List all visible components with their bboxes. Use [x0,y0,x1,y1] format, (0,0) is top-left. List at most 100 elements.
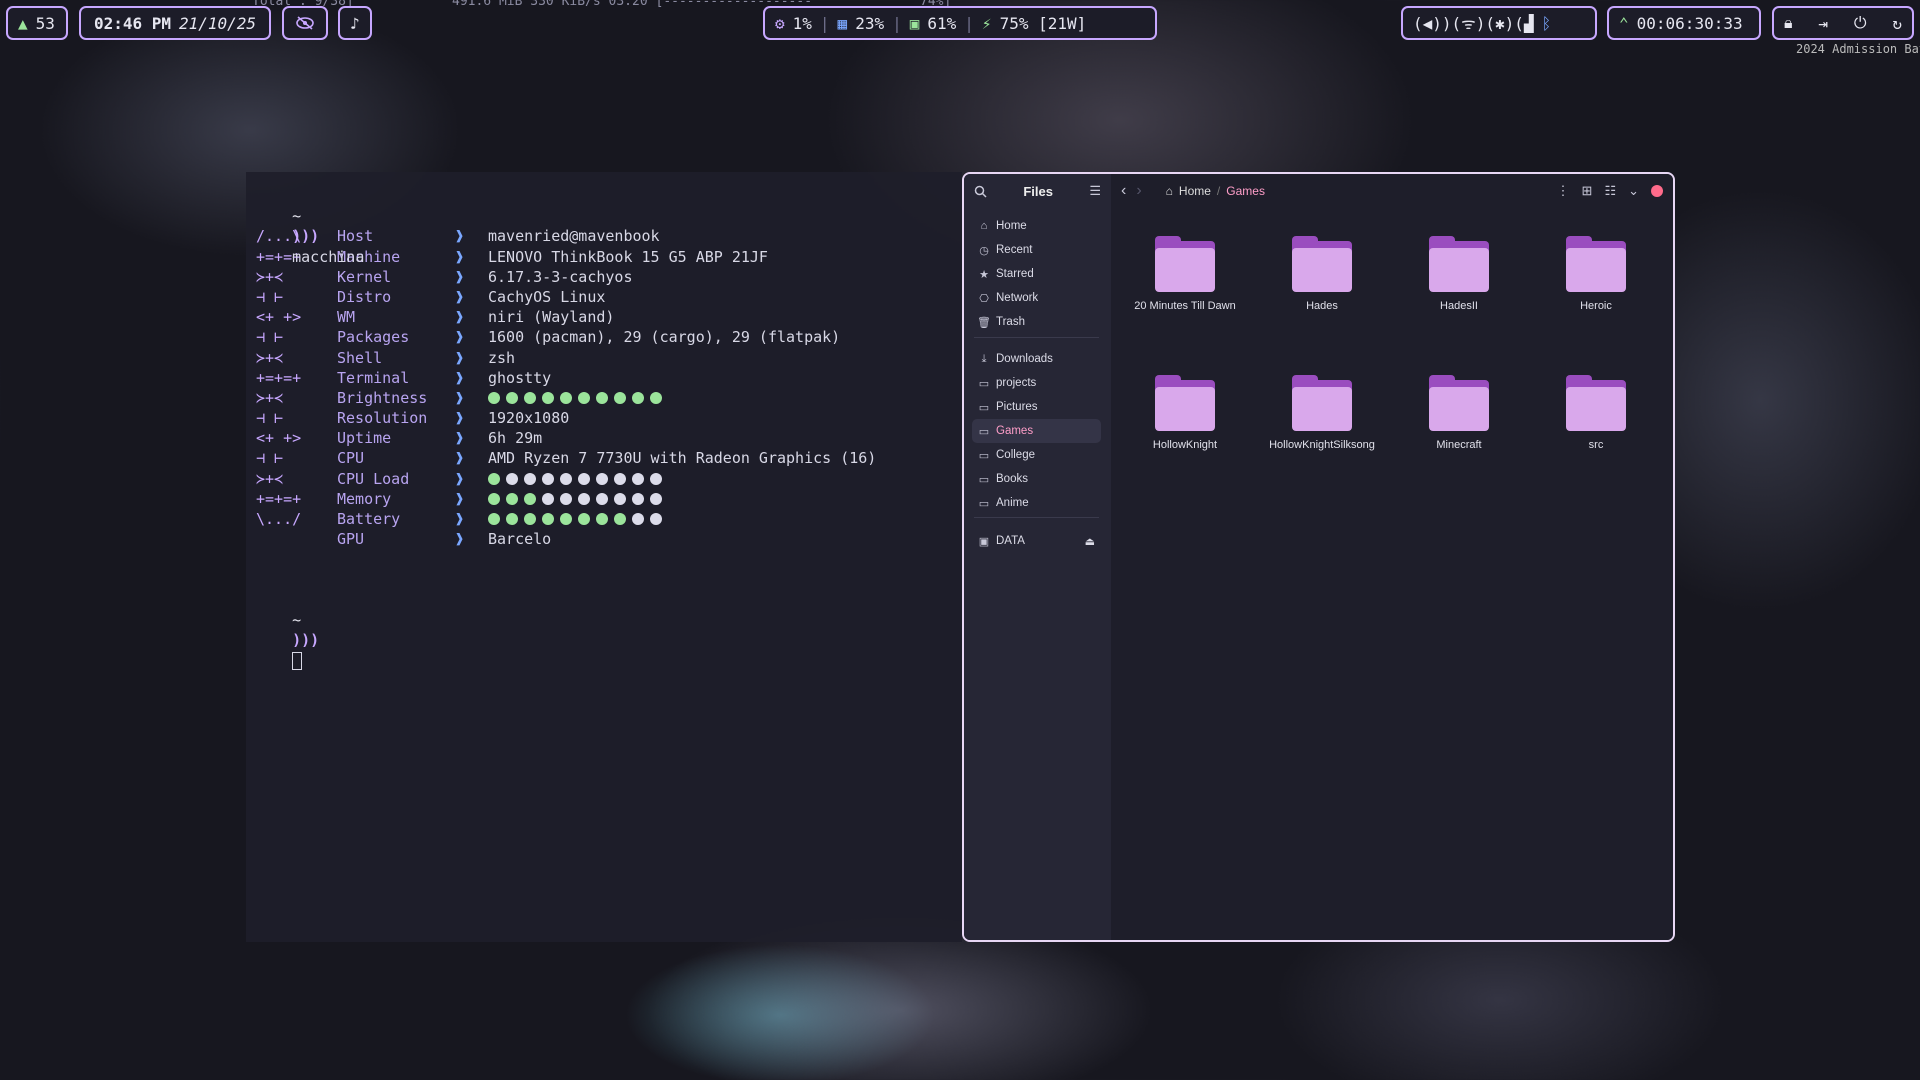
level-dot-filled [506,492,518,505]
breadcrumb-games[interactable]: Games [1226,184,1265,198]
info-separator: ❱ [455,429,465,448]
level-dot-filled [650,391,662,404]
power-icon[interactable]: ⏻ [1854,13,1867,33]
logo-fragment: <+ +> [256,429,302,448]
folder-item[interactable]: Heroic [1541,236,1651,313]
folder-item[interactable]: src [1541,375,1651,452]
new-folder-icon[interactable]: ⊞ [1582,183,1593,199]
system-info-block: /...\ Host ❱ mavenried@mavenbook +=+=+ Machin… [256,226,952,549]
level-dot-filled [578,513,590,525]
files-toolbar: ‹ › ⌂ Home / Games ⋮ ⊞ ☷ ⌄ [1111,174,1673,208]
workspace-indicator[interactable]: ▲ 53 [6,6,68,40]
workspace-count: 53 [35,13,55,33]
prompt-arrows: ))) [292,227,320,246]
info-row: ⊣ ⊢ CPU ❱ AMD Ryzen 7 7730U with Radeon Gra… [256,448,952,468]
idle-inhibitor-button[interactable] [282,6,328,40]
terminal-window[interactable]: ~ ))) macchina /...\ Host ❱ mavenried@maven… [246,172,962,942]
info-row: ≻+≺ Shell ❱ zsh [256,348,952,368]
info-key: WM [337,308,356,327]
sidebar-item-data[interactable]: ▣ DATA ⏏ [972,529,1101,553]
sidebar-item-games[interactable]: ▭ Games [972,419,1101,443]
sidebar-item-downloads[interactable]: ⤓ Downloads [972,347,1101,371]
level-dot-empty [632,472,644,485]
sidebar-item-pictures[interactable]: ▭ Pictures [972,395,1101,419]
level-dot-filled [542,513,554,525]
info-separator: ❱ [455,267,465,286]
more-options-icon[interactable]: ⋮ [1557,183,1570,199]
restart-icon[interactable]: ↻ [1892,14,1902,33]
info-row: ⊣ ⊢ Distro ❱ CachyOS Linux [256,287,952,307]
close-button[interactable] [1651,185,1663,197]
sidebar-item-anime[interactable]: ▭ Anime [972,491,1101,515]
folder-name: 20 Minutes Till Dawn [1134,300,1236,312]
info-separator: ❱ [455,348,465,367]
lock-icon[interactable]: 🔒︎ [1784,13,1793,33]
folder-item[interactable]: HollowKnightSilksong [1267,375,1377,452]
tray-widget[interactable]: (◀))(ᯤ)(✱)(▟ ᛒ [1401,6,1597,40]
info-separator: ❱ [455,287,465,306]
level-dots [488,509,662,529]
home-icon: ⌂ [1165,184,1173,198]
info-value: 1600 (pacman), 29 (cargo), 29 (flatpak) [488,328,841,347]
folder-item[interactable]: Hades [1267,236,1377,313]
level-dot-empty [596,472,608,485]
folder-item[interactable]: HadesII [1404,236,1514,313]
sidebar-item-label: Anime [996,497,1029,509]
terminal-input-line[interactable]: ~ ))) [256,590,952,670]
back-icon[interactable]: ‹ [1121,182,1126,200]
sidebar-item-home[interactable]: ⌂ Home [972,214,1101,238]
info-row: +=+=+ Terminal ❱ ghostty [256,368,952,388]
arrow-up-icon: ▲ [18,13,28,33]
info-separator: ❱ [455,368,465,387]
clock-date: 21/10/25 [179,13,257,33]
disk-usage: 61% [927,13,957,33]
eject-icon[interactable]: ⏏ [1085,535,1095,548]
chevron-down-icon[interactable]: ⌄ [1628,183,1639,199]
clock-widget[interactable]: 02:46 PM 21/10/25 [79,6,271,40]
sidebar-divider [974,337,1099,338]
media-button[interactable]: ♪ [338,6,372,40]
sidebar-item-books[interactable]: ▭ Books [972,467,1101,491]
list-view-icon[interactable]: ☷ [1604,183,1616,199]
star-icon: ★ [979,268,989,281]
forward-icon[interactable]: › [1136,182,1141,200]
level-dot-empty [542,492,554,505]
sidebar-item-starred[interactable]: ★ Starred [972,262,1101,286]
logout-icon[interactable]: ⇥ [1818,14,1828,33]
level-dot-filled [578,391,590,404]
hamburger-menu-icon[interactable]: ☰ [1089,183,1101,199]
info-row: GPU ❱ Barcelo [256,529,952,549]
sidebar-item-college[interactable]: ▭ College [972,443,1101,467]
folder-item[interactable]: HollowKnight [1130,375,1240,452]
sidebar-item-projects[interactable]: ▭ projects [972,371,1101,395]
level-dots [488,388,662,408]
breadcrumb-home[interactable]: Home [1179,184,1211,198]
folder-item[interactable]: 20 Minutes Till Dawn [1130,236,1240,313]
level-dot-filled [596,391,608,404]
info-separator: ❱ [455,388,465,407]
sidebar-item-label: College [996,449,1035,461]
folder-item[interactable]: Minecraft [1404,375,1514,452]
info-row: ≻+≺ Kernel ❱ 6.17.3-3-cachyos [256,267,952,287]
sidebar-item-network[interactable]: ⎔ Network [972,286,1101,310]
sidebar-header: Files ☰ [964,174,1111,208]
info-row: \.../ Battery ❱ [256,509,952,529]
level-dot-empty [560,492,572,505]
system-stats[interactable]: ⚙ 1% | ▦ 23% | ▣ 61% | ⚡ 75% [21W] [763,6,1157,40]
folder-icon: ▭ [978,497,990,510]
uptime-widget[interactable]: ⌃ 00:06:30:33 [1607,6,1761,40]
sidebar-item-recent[interactable]: ◷ Recent [972,238,1101,262]
folder-icon: ▭ [978,377,990,390]
search-icon[interactable] [974,185,987,198]
breadcrumb: ⌂ Home / Games [1165,184,1265,198]
folder-name: Heroic [1580,300,1612,312]
level-dot-filled [542,391,554,404]
sidebar-item-trash[interactable]: 🗑︎ Trash [972,310,1101,334]
level-dot-empty [578,492,590,505]
folder-name: src [1588,439,1604,451]
folder-name: HollowKnight [1152,439,1218,451]
level-dot-filled [632,391,644,404]
info-key: Distro [337,287,392,306]
tray-status-text: (◀))(ᯤ)(✱)(▟ [1413,14,1534,33]
info-key: Host [337,227,374,246]
